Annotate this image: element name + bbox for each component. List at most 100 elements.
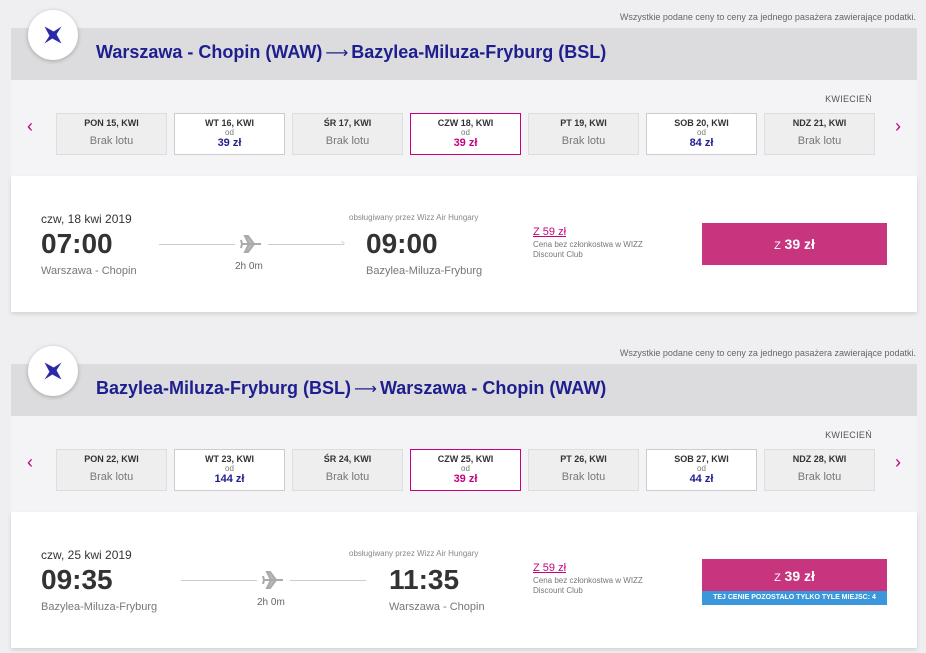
non-member-price-note: Cena bez członkostwa w WIZZ Discount Clu… xyxy=(533,576,643,595)
day-cell-selected[interactable]: CZW 18, KWI od 39 zł xyxy=(410,113,521,155)
date-selector: KWIECIEŃ ‹ PON 22, KWI Brak lotu WT 23, … xyxy=(11,416,917,512)
seats-left-badge: TEJ CENIE POZOSTAŁO TYLKO TYLE MIEJSC: 4 xyxy=(702,591,887,605)
day-cell[interactable]: PON 22, KWI Brak lotu xyxy=(56,449,167,491)
arrival-time: 11:35 xyxy=(389,564,460,595)
month-label: KWIECIEŃ xyxy=(825,430,872,440)
day-price: 39 zł xyxy=(453,473,478,485)
airline-logo xyxy=(28,10,78,60)
day-cell[interactable]: ŚR 24, KWI Brak lotu xyxy=(292,449,403,491)
price-prefix: Z xyxy=(774,240,781,252)
airline-logo xyxy=(28,346,78,396)
operator-label: obsługiwany przez Wizz Air Hungary xyxy=(349,549,479,558)
route-line xyxy=(159,244,235,245)
next-week-chevron-right-icon[interactable]: › xyxy=(895,452,901,472)
non-member-price-note: Cena bez członkostwa w WIZZ Discount Clu… xyxy=(533,240,643,259)
day-cell[interactable]: PON 15, KWI Brak lotu xyxy=(56,113,167,155)
day-status: Brak lotu xyxy=(561,471,606,483)
day-price: 39 zł xyxy=(217,137,242,149)
day-status: Brak lotu xyxy=(325,135,370,147)
non-member-price-link[interactable]: Z 59 zł xyxy=(533,226,566,238)
day-from-label: od xyxy=(697,464,706,473)
day-name: PT 19, KWI xyxy=(560,118,607,128)
plane-logo-icon xyxy=(44,362,62,380)
month-label: KWIECIEŃ xyxy=(825,94,872,104)
route-arrow-icon: ⟶ xyxy=(325,45,349,62)
departure-time: 07:00 xyxy=(41,228,113,259)
day-cell[interactable]: WT 23, KWI od 144 zł xyxy=(174,449,285,491)
day-name: WT 16, KWI xyxy=(205,118,254,128)
day-status: Brak lotu xyxy=(89,135,134,147)
day-name: SOB 20, KWI xyxy=(674,118,729,128)
day-name: WT 23, KWI xyxy=(205,454,254,464)
day-name: PON 15, KWI xyxy=(84,118,139,128)
day-from-label: od xyxy=(461,464,470,473)
date-selector: KWIECIEŃ ‹ PON 15, KWI Brak lotu WT 16, … xyxy=(11,80,917,176)
day-name: CZW 18, KWI xyxy=(437,118,494,128)
price-prefix: Z xyxy=(774,571,781,584)
day-cell[interactable]: NDZ 21, KWI Brak lotu xyxy=(764,113,875,155)
day-status: Brak lotu xyxy=(797,471,842,483)
select-price-button[interactable]: Z 39 zł xyxy=(702,223,887,265)
day-from-label: od xyxy=(697,128,706,137)
departure-city: Bazylea-Miluza-Fryburg xyxy=(41,601,158,613)
flight-date: czw, 25 kwi 2019 xyxy=(41,548,132,562)
day-from-label: od xyxy=(461,128,470,137)
day-name: PON 22, KWI xyxy=(84,454,139,464)
price-disclaimer: Wszystkie podane ceny to ceny za jednego… xyxy=(619,348,916,358)
prev-week-chevron-left-icon[interactable]: ‹ xyxy=(27,116,33,136)
day-list: PON 15, KWI Brak lotu WT 16, KWI od 39 z… xyxy=(56,113,875,155)
route-header: Warszawa - Chopin (WAW) ⟶ Bazylea-Miluza-F… xyxy=(11,28,917,80)
day-price: 144 zł xyxy=(214,473,245,485)
arrival-time: 09:00 xyxy=(366,228,438,259)
day-cell[interactable]: SOB 20, KWI od 84 zł xyxy=(646,113,757,155)
day-status: Brak lotu xyxy=(561,135,606,147)
day-cell[interactable]: NDZ 28, KWI Brak lotu xyxy=(764,449,875,491)
next-week-chevron-right-icon[interactable]: › xyxy=(895,116,901,136)
day-name: ŚR 17, KWI xyxy=(323,118,372,128)
day-price: 39 zł xyxy=(453,137,478,149)
route-destination: Bazylea-Miluza-Fryburg (BSL) xyxy=(351,42,607,62)
route-line xyxy=(181,580,257,581)
arrival-city: Bazylea-Miluza-Fryburg xyxy=(366,265,483,277)
day-cell[interactable]: ŚR 17, KWI Brak lotu xyxy=(292,113,403,155)
day-name: PT 26, KWI xyxy=(560,454,607,464)
flight-card: czw, 18 kwi 2019 07:00 Warszawa - Chopin… xyxy=(11,176,917,312)
day-name: NDZ 28, KWI xyxy=(792,454,847,464)
route-origin: Warszawa - Chopin (WAW) xyxy=(96,42,323,62)
non-member-price-link[interactable]: Z 59 zł xyxy=(533,562,566,574)
route-arrow-icon: ⟶ xyxy=(354,381,377,398)
prev-week-chevron-left-icon[interactable]: ‹ xyxy=(27,452,33,472)
day-list: PON 22, KWI Brak lotu WT 23, KWI od 144 … xyxy=(56,449,875,491)
route-header: Bazylea-Miluza-Fryburg (BSL) ⟶ Warszawa - … xyxy=(11,364,917,416)
departure-city: Warszawa - Chopin xyxy=(41,265,137,277)
price-amount: 39 zł xyxy=(784,567,815,584)
day-cell[interactable]: PT 19, KWI Brak lotu xyxy=(528,113,639,155)
day-from-label: od xyxy=(225,464,234,473)
plane-icon xyxy=(262,570,284,595)
plane-logo-icon xyxy=(44,26,62,44)
day-name: ŚR 24, KWI xyxy=(323,454,372,464)
price-disclaimer: Wszystkie podane ceny to ceny za jednego… xyxy=(619,12,916,22)
day-price: 84 zł xyxy=(689,137,714,149)
day-cell[interactable]: PT 26, KWI Brak lotu xyxy=(528,449,639,491)
day-price: 44 zł xyxy=(689,473,714,485)
day-from-label: od xyxy=(225,128,234,137)
operator-label: obsługiwany przez Wizz Air Hungary xyxy=(349,213,479,222)
day-cell-selected[interactable]: CZW 25, KWI od 39 zł xyxy=(410,449,521,491)
day-cell[interactable]: WT 16, KWI od 39 zł xyxy=(174,113,285,155)
route-origin: Bazylea-Miluza-Fryburg (BSL) xyxy=(96,378,352,398)
select-price-button[interactable]: Z 39 zł xyxy=(702,559,887,592)
day-cell[interactable]: SOB 27, KWI od 44 zł xyxy=(646,449,757,491)
day-status: Brak lotu xyxy=(325,471,370,483)
day-name: CZW 25, KWI xyxy=(437,454,494,464)
price-amount: 39 zł xyxy=(784,236,815,252)
day-status: Brak lotu xyxy=(797,135,842,147)
day-status: Brak lotu xyxy=(89,471,134,483)
route-title: Bazylea-Miluza-Fryburg (BSL) ⟶ Warszawa - … xyxy=(96,378,606,399)
day-name: NDZ 21, KWI xyxy=(792,118,847,128)
departure-time: 09:35 xyxy=(41,564,113,595)
arrival-city: Warszawa - Chopin xyxy=(389,601,485,613)
day-name: SOB 27, KWI xyxy=(674,454,729,464)
route-line xyxy=(268,244,344,245)
flight-card: czw, 25 kwi 2019 09:35 Bazylea-Miluza-Fr… xyxy=(11,512,917,648)
